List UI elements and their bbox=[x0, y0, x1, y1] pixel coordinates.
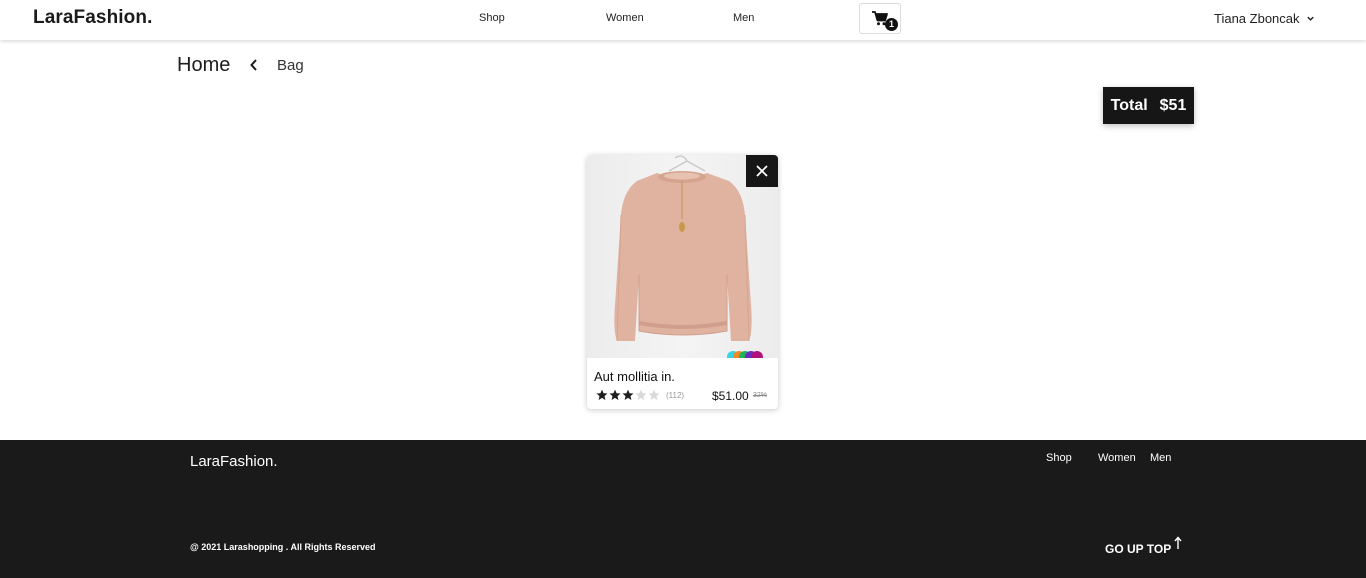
product-card[interactable]: Aut mollitia in. (112) $51.00 32% bbox=[587, 155, 778, 409]
product-name[interactable]: Aut mollitia in. bbox=[594, 369, 675, 384]
star-filled-icon bbox=[596, 389, 608, 400]
footer-brand[interactable]: LaraFashion. bbox=[190, 453, 278, 470]
go-up-top-label: GO UP TOP bbox=[1105, 542, 1172, 556]
bag-total: Total $51 bbox=[1103, 87, 1194, 124]
total-label: Total bbox=[1110, 96, 1148, 114]
nav-link-women[interactable]: Women bbox=[606, 12, 644, 24]
product-image[interactable] bbox=[587, 155, 778, 358]
chevron-down-icon bbox=[1306, 16, 1314, 21]
remove-item-button[interactable] bbox=[746, 155, 778, 187]
brand-logo[interactable]: LaraFashion. bbox=[33, 7, 152, 29]
arrow-up-icon bbox=[1174, 536, 1182, 549]
discount-percent: 32% bbox=[753, 392, 768, 399]
star-empty-icon bbox=[635, 389, 647, 400]
user-name: Tiana Zboncak bbox=[1214, 11, 1300, 26]
nav-link-shop[interactable]: Shop bbox=[479, 12, 505, 24]
footer-link-shop[interactable]: Shop bbox=[1046, 452, 1072, 464]
color-swatch[interactable] bbox=[751, 351, 763, 358]
close-icon bbox=[756, 165, 768, 177]
total-amount: $51 bbox=[1159, 96, 1187, 114]
cart-button[interactable]: 1 bbox=[859, 3, 901, 34]
product-price: $51.00 bbox=[712, 389, 749, 403]
cart-count-badge: 1 bbox=[885, 18, 898, 31]
copyright-text: @ 2021 Larashopping . All Rights Reserve… bbox=[190, 542, 376, 552]
footer-link-men[interactable]: Men bbox=[1150, 452, 1171, 464]
footer: LaraFashion. Shop Women Men @ 2021 Laras… bbox=[0, 440, 1366, 578]
go-up-top-button[interactable]: GO UP TOP bbox=[1105, 536, 1182, 556]
rating-stars bbox=[596, 389, 660, 401]
chevron-left-icon bbox=[250, 59, 257, 71]
star-filled-icon bbox=[622, 389, 634, 400]
breadcrumb-current: Bag bbox=[277, 57, 304, 74]
top-navbar: LaraFashion. Shop Women Men 1 Tiana Zbon… bbox=[0, 0, 1366, 40]
user-menu[interactable]: Tiana Zboncak bbox=[1214, 11, 1315, 26]
footer-link-women[interactable]: Women bbox=[1098, 452, 1136, 464]
breadcrumb-home[interactable]: Home bbox=[177, 54, 230, 77]
nav-link-men[interactable]: Men bbox=[733, 12, 754, 24]
color-swatches bbox=[727, 351, 777, 358]
review-count: (112) bbox=[666, 391, 685, 400]
star-filled-icon bbox=[609, 389, 621, 400]
star-empty-icon bbox=[648, 389, 660, 400]
